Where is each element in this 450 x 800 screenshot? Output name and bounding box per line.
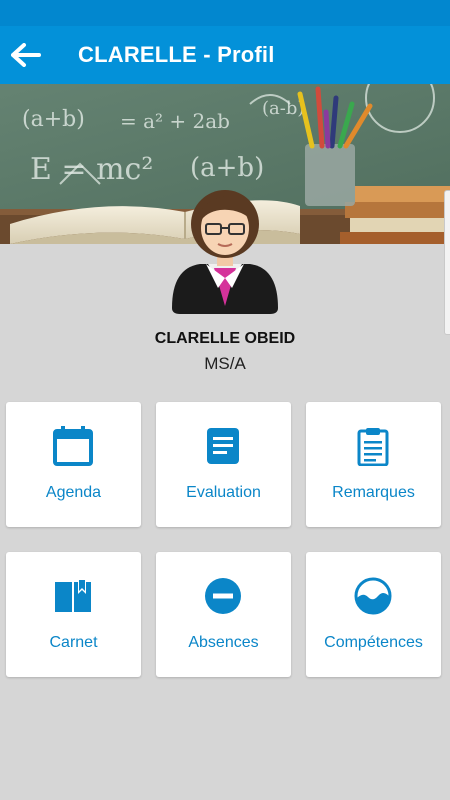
chalk-formula: E = mc²: [30, 152, 153, 187]
profile-name: CLARELLE OBEID: [154, 330, 296, 347]
tile-label: Remarques: [332, 484, 415, 501]
arrow-left-icon: [11, 43, 41, 67]
tile-label: Evaluation: [186, 484, 261, 501]
scroll-handle[interactable]: [444, 190, 450, 335]
water-level-icon: [354, 577, 392, 615]
tile-remarques[interactable]: Remarques: [306, 402, 441, 527]
tile-absences[interactable]: Absences: [156, 552, 291, 677]
tile-label: Absences: [188, 634, 259, 651]
status-bar: [0, 0, 450, 26]
chalk-formula: (a+b): [22, 107, 85, 132]
tile-label: Compétences: [324, 634, 423, 651]
chalk-formula: (a+b): [190, 153, 264, 183]
chalk-formula: = a² + 2ab: [120, 109, 230, 133]
page-title: CLARELLE - Profil: [78, 42, 275, 67]
minus-circle-icon: [205, 578, 241, 614]
document-icon: [207, 428, 239, 464]
back-button[interactable]: [0, 26, 52, 84]
clipboard-icon: [357, 428, 389, 466]
teacher-avatar-icon: [170, 188, 280, 318]
book-icon: [55, 580, 91, 612]
chalk-formula: (a-b): [262, 98, 304, 119]
tile-agenda[interactable]: Agenda: [6, 402, 141, 527]
tile-carnet[interactable]: Carnet: [6, 552, 141, 677]
profile-class: MS/A: [204, 354, 246, 373]
tile-competences[interactable]: Compétences: [306, 552, 441, 677]
tile-label: Agenda: [45, 484, 102, 501]
tile-evaluation[interactable]: Evaluation: [156, 402, 291, 527]
tile-label: Carnet: [49, 634, 98, 651]
app-bar: CLARELLE - Profil: [0, 26, 450, 84]
calendar-icon: [53, 426, 93, 466]
